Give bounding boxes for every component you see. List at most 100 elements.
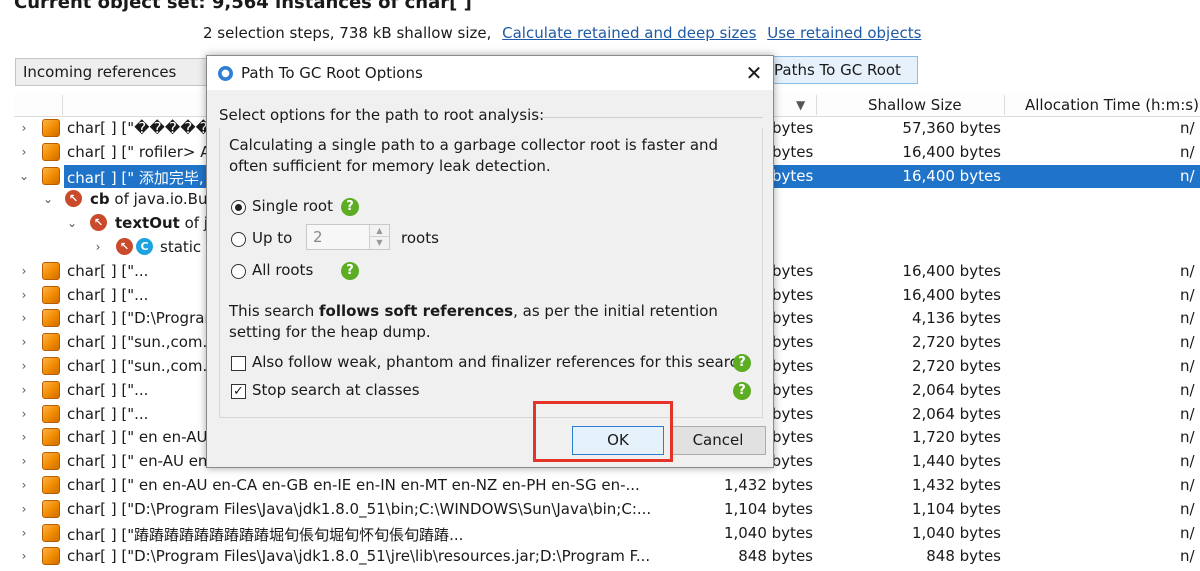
collapse-icon[interactable]: ⌄ <box>18 169 30 183</box>
stop-at-classes-checkbox[interactable]: ✓ <box>231 384 246 399</box>
row-label: char[ ] [" rofiler> At <box>67 142 217 161</box>
expand-icon[interactable]: › <box>92 240 104 254</box>
row-label: char[ ] [" en en-AU <box>67 428 208 447</box>
row-alloc: n/ <box>1180 333 1195 352</box>
row-alloc: n/ <box>1180 166 1195 185</box>
group-divider <box>539 117 763 118</box>
help-icon[interactable]: ? <box>733 382 751 400</box>
reference-icon: ↖ <box>90 214 107 232</box>
object-icon <box>42 285 60 304</box>
follow-weak-checkbox[interactable] <box>231 356 246 371</box>
row-label: char[ ] [" 添加完毕, <box>67 168 204 187</box>
object-icon <box>42 452 60 471</box>
all-roots-label[interactable]: All roots <box>252 261 313 279</box>
reference-icon: ↖ <box>65 190 82 208</box>
object-icon <box>42 499 60 518</box>
row-size: 1,432 bytes <box>723 476 813 494</box>
expand-icon[interactable]: › <box>18 121 30 135</box>
column-shallow-size[interactable]: Shallow Size <box>868 96 962 114</box>
object-icon <box>42 476 60 494</box>
help-icon[interactable]: ? <box>341 198 359 216</box>
column-allocation-time[interactable]: Allocation Time (h:m:s) <box>1025 96 1199 114</box>
row-shallow: 16,400 bytes <box>902 142 1001 161</box>
object-icon <box>42 357 60 375</box>
expand-icon[interactable]: › <box>18 145 30 159</box>
row-label: char[ ] ["... <box>67 404 149 423</box>
cancel-button[interactable]: Cancel <box>670 426 766 455</box>
expand-icon[interactable]: › <box>18 478 30 492</box>
object-icon <box>42 404 60 423</box>
row-alloc: n/ <box>1180 476 1195 494</box>
table-row[interactable]: › char[ ] ["D:\Program Files\Java\jdk1.8… <box>14 498 1200 522</box>
row-label: char[ ] ["蹖蹖蹖蹖蹖蹖蹖蹖蹖堀旬倀旬堀旬怀旬倀旬蹖蹖... <box>67 525 464 544</box>
summary-line: 2 selection steps, 738 kB shallow size, … <box>203 24 921 42</box>
row-shallow: 1,104 bytes <box>911 499 1001 518</box>
row-label: char[ ] ["������ <box>67 119 227 137</box>
single-root-radio[interactable] <box>231 200 246 215</box>
object-icon <box>42 142 60 161</box>
table-row[interactable]: › char[ ] ["D:\Program Files\Java\jdk1.8… <box>14 545 1200 569</box>
expand-icon[interactable]: › <box>18 502 30 516</box>
row-label: char[ ] ["sun.,com.su <box>67 333 225 352</box>
dialog-titlebar[interactable]: ● Path To GC Root Options ✕ <box>207 56 773 90</box>
spin-down-icon[interactable]: ▼ <box>369 237 389 249</box>
object-icon <box>42 428 60 447</box>
row-alloc: n/ <box>1180 523 1195 542</box>
close-icon[interactable]: ✕ <box>741 60 767 86</box>
row-shallow: 16,400 bytes <box>902 261 1001 280</box>
help-icon[interactable]: ? <box>341 262 359 280</box>
row-size: bytes <box>772 285 814 304</box>
table-row[interactable]: › char[ ] ["蹖蹖蹖蹖蹖蹖蹖蹖蹖堀旬倀旬堀旬怀旬倀旬蹖蹖... 1,0… <box>14 522 1200 546</box>
sort-arrow-icon[interactable]: ▼ <box>796 98 805 112</box>
row-label: char[ ] ["... <box>67 261 149 280</box>
row-label: char[ ] ["... <box>67 380 149 399</box>
table-row[interactable]: › char[ ] [" en en-AU en-CA en-GB en-IE … <box>14 474 1200 498</box>
expand-icon[interactable]: › <box>18 407 30 421</box>
roots-suffix-label: roots <box>401 229 439 247</box>
row-size: 1,104 bytes <box>723 499 813 518</box>
all-roots-radio[interactable] <box>231 264 246 279</box>
collapse-icon[interactable]: ⌄ <box>42 192 54 206</box>
row-size: bytes <box>772 428 814 447</box>
row-size: 1,040 bytes <box>723 523 813 542</box>
row-alloc: n/ <box>1180 428 1195 447</box>
expand-icon[interactable]: › <box>18 288 30 302</box>
collapse-icon[interactable]: ⌄ <box>66 216 78 230</box>
row-shallow: 2,064 bytes <box>911 404 1001 423</box>
row-size: 848 bytes <box>738 547 813 566</box>
expand-icon[interactable]: › <box>18 359 30 373</box>
use-retained-link[interactable]: Use retained objects <box>767 24 921 42</box>
expand-icon[interactable]: › <box>18 311 30 325</box>
expand-icon[interactable]: › <box>18 335 30 349</box>
class-icon: C <box>136 238 153 255</box>
reference-icon: ↖ <box>116 238 133 255</box>
expand-icon[interactable]: › <box>18 383 30 397</box>
expand-icon[interactable]: › <box>18 454 30 468</box>
expand-icon[interactable]: › <box>18 526 30 540</box>
row-size: bytes <box>772 380 814 399</box>
up-to-label[interactable]: Up to <box>252 229 292 247</box>
row-shallow: 2,720 bytes <box>911 357 1001 375</box>
row-size: bytes <box>772 166 814 185</box>
row-alloc: n/ <box>1180 285 1195 304</box>
spin-up-icon[interactable]: ▲ <box>369 225 389 237</box>
roots-count-spinner[interactable]: 2 ▲ ▼ <box>306 224 390 250</box>
expand-icon[interactable]: › <box>18 549 30 563</box>
stop-at-classes-label[interactable]: Stop search at classes <box>252 381 420 399</box>
row-shallow: 1,440 bytes <box>911 452 1001 471</box>
help-icon[interactable]: ? <box>733 354 751 372</box>
calculate-sizes-link[interactable]: Calculate retained and deep sizes <box>502 24 756 42</box>
up-to-radio[interactable] <box>231 232 246 247</box>
row-shallow: 848 bytes <box>926 547 1001 566</box>
expand-icon[interactable]: › <box>18 264 30 278</box>
row-alloc: n/ <box>1180 404 1195 423</box>
dialog-title: Path To GC Root Options <box>241 64 423 82</box>
single-root-label[interactable]: Single root <box>252 197 333 215</box>
row-label: char[ ] ["D:\Program Files\Java\jdk1.8.0… <box>67 547 651 566</box>
follow-weak-label[interactable]: Also follow weak, phantom and finalizer … <box>252 353 747 371</box>
row-alloc: n/ <box>1180 119 1195 137</box>
paths-to-gc-root-button[interactable]: Paths To GC Root <box>760 56 918 84</box>
incoming-references-button[interactable]: Incoming references <box>15 58 210 86</box>
row-shallow: 1,432 bytes <box>911 476 1001 494</box>
expand-icon[interactable]: › <box>18 430 30 444</box>
